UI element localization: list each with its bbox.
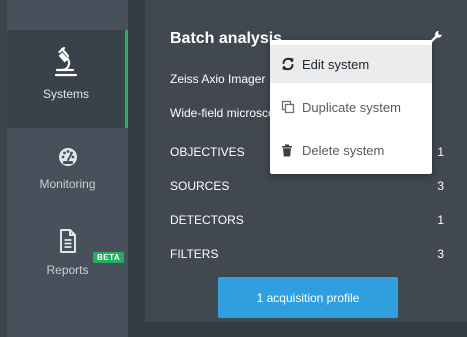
speedometer-icon (57, 146, 79, 171)
sidebar-item-monitoring[interactable]: Monitoring (7, 140, 128, 210)
trash-icon (281, 144, 295, 157)
sidebar-gutter (128, 0, 145, 337)
row-count: 1 (437, 145, 444, 159)
sidebar-item-systems[interactable]: Systems (7, 30, 128, 128)
row-label: DETECTORS (170, 213, 244, 227)
row-count: 3 (437, 247, 444, 261)
menu-item-label: Edit system (302, 56, 370, 72)
duplicate-system-menu-item[interactable]: Duplicate system (270, 88, 432, 126)
menu-item-label: Delete system (302, 142, 385, 158)
row-label: SOURCES (170, 179, 230, 193)
sidebar-item-label: Systems (42, 87, 89, 101)
system-title: Batch analysis (170, 30, 283, 47)
microscope-icon (53, 46, 79, 81)
menu-item-label: Duplicate system (302, 99, 401, 115)
acquisition-profile-button[interactable]: 1 acquisition profile (218, 277, 398, 318)
panel-bottom-gap (145, 322, 467, 337)
sidebar-edge (0, 0, 7, 337)
sidebar: Systems Monitoring Reports BETA (0, 0, 128, 337)
component-row-sources: SOURCES 3 (170, 179, 444, 193)
row-label: FILTERS (170, 247, 219, 261)
edit-system-menu-item[interactable]: Edit system (270, 45, 432, 83)
refresh-icon (281, 57, 295, 71)
beta-badge: BETA (93, 252, 125, 263)
row-count: 1 (437, 213, 444, 227)
delete-system-menu-item[interactable]: Delete system (270, 131, 432, 169)
system-model: Zeiss Axio Imager (170, 72, 266, 86)
system-actions-menu: Edit system Duplicate system Delete syst… (270, 40, 432, 174)
row-label: OBJECTIVES (170, 145, 245, 159)
row-count: 3 (437, 179, 444, 193)
sidebar-item-label: Monitoring (39, 177, 96, 191)
copy-icon (281, 100, 295, 114)
document-icon (58, 228, 78, 257)
app-root: Systems Monitoring Reports BETA Batch an… (0, 0, 467, 337)
component-row-detectors: DETECTORS 1 (170, 213, 444, 227)
sidebar-item-reports[interactable]: Reports BETA (7, 222, 128, 292)
sidebar-item-label: Reports (46, 263, 89, 277)
component-row-filters: FILTERS 3 (170, 247, 444, 261)
